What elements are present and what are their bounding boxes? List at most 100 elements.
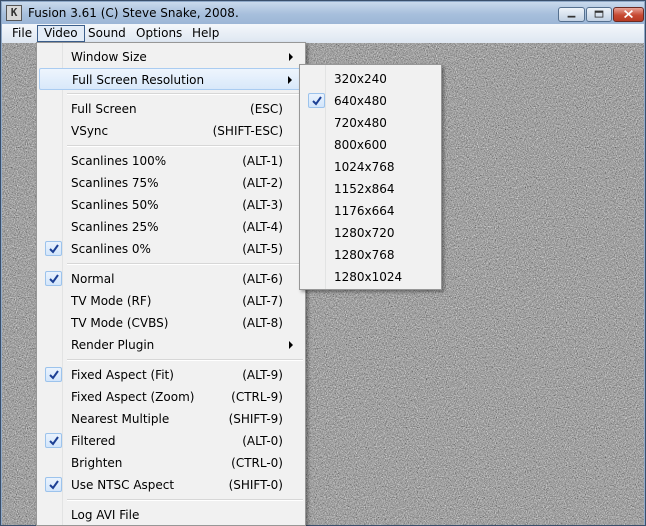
menu-item-shortcut: (SHIFT-ESC)	[212, 124, 283, 138]
resolution-item-1280x768[interactable]: 1280x768	[302, 244, 439, 266]
menu-separator	[67, 499, 303, 501]
minimize-icon	[567, 15, 576, 18]
resolution-item-800x600[interactable]: 800x600	[302, 134, 439, 156]
menu-item-shortcut: (ALT-9)	[242, 368, 283, 382]
menu-item-label: 800x600	[334, 138, 387, 152]
menu-item-render-plugin[interactable]: Render Plugin	[39, 334, 303, 356]
maximize-icon	[594, 10, 604, 18]
menu-item-scanlines-0[interactable]: Scanlines 0% (ALT-5)	[39, 238, 303, 260]
menu-item-label: Full Screen Resolution	[72, 73, 205, 87]
checkmark-icon	[45, 433, 62, 448]
checkmark-icon	[45, 241, 62, 256]
menu-item-shortcut: (ALT-1)	[242, 154, 283, 168]
full-screen-resolution-submenu: 320x240 640x480 720x480 800x600 1024x768 1152…	[299, 64, 442, 290]
menu-item-label: VSync	[71, 124, 109, 138]
submenu-arrow-icon	[288, 76, 292, 84]
resolution-item-1152x864[interactable]: 1152x864	[302, 178, 439, 200]
menu-item-full-screen-resolution[interactable]: Full Screen Resolution	[39, 68, 303, 90]
menu-options[interactable]: Options	[130, 25, 188, 42]
menu-item-label: Use NTSC Aspect	[71, 478, 175, 492]
menu-item-label: 720x480	[334, 116, 387, 130]
menu-item-shortcut: (ALT-7)	[242, 294, 283, 308]
menu-bar: File Video Sound Options Help	[2, 24, 644, 43]
menu-item-fixed-aspect-zoom[interactable]: Fixed Aspect (Zoom) (CTRL-9)	[39, 386, 303, 408]
resolution-item-640x480[interactable]: 640x480	[302, 90, 439, 112]
menu-sound[interactable]: Sound	[82, 25, 132, 42]
menu-item-label: Window Size	[71, 50, 147, 64]
menu-item-label: Scanlines 25%	[71, 220, 159, 234]
menu-item-label: Normal	[71, 272, 115, 286]
menu-item-brighten[interactable]: Brighten (CTRL-0)	[39, 452, 303, 474]
menu-item-fixed-aspect-fit[interactable]: Fixed Aspect (Fit) (ALT-9)	[39, 364, 303, 386]
menu-item-log-avi-file[interactable]: Log AVI File	[39, 504, 303, 526]
maximize-button[interactable]	[586, 7, 612, 22]
menu-item-shortcut: (ALT-4)	[242, 220, 283, 234]
menu-item-label: 1176x664	[334, 204, 395, 218]
menu-item-use-ntsc-aspect[interactable]: Use NTSC Aspect (SHIFT-0)	[39, 474, 303, 496]
menu-item-label: Filtered	[71, 434, 116, 448]
title-bar[interactable]: K Fusion 3.61 (C) Steve Snake, 2008.	[2, 2, 644, 24]
menu-item-window-size[interactable]: Window Size	[39, 46, 303, 68]
menu-separator	[67, 359, 303, 361]
menu-item-label: Scanlines 50%	[71, 198, 159, 212]
menu-item-normal[interactable]: Normal (ALT-6)	[39, 268, 303, 290]
menu-item-shortcut: (ALT-8)	[242, 316, 283, 330]
menu-item-scanlines-50[interactable]: Scanlines 50% (ALT-3)	[39, 194, 303, 216]
submenu-arrow-icon	[289, 53, 293, 61]
menu-item-label: Fixed Aspect (Zoom)	[71, 390, 195, 404]
menu-separator	[67, 93, 303, 95]
menu-item-shortcut: (SHIFT-0)	[228, 478, 283, 492]
menu-item-label: 1280x720	[334, 226, 395, 240]
menu-item-label: Fixed Aspect (Fit)	[71, 368, 174, 382]
menu-item-label: Brighten	[71, 456, 123, 470]
menu-item-scanlines-100[interactable]: Scanlines 100% (ALT-1)	[39, 150, 303, 172]
menu-item-label: Render Plugin	[71, 338, 155, 352]
close-icon	[624, 9, 633, 19]
menu-item-nearest-multiple[interactable]: Nearest Multiple (SHIFT-9)	[39, 408, 303, 430]
checkmark-icon	[45, 367, 62, 382]
menu-item-label: Scanlines 100%	[71, 154, 167, 168]
menu-item-label: 1152x864	[334, 182, 395, 196]
menu-video[interactable]: Video	[37, 25, 85, 42]
menu-item-scanlines-25[interactable]: Scanlines 25% (ALT-4)	[39, 216, 303, 238]
menu-item-tv-mode-rf[interactable]: TV Mode (RF) (ALT-7)	[39, 290, 303, 312]
app-icon[interactable]: K	[6, 5, 22, 21]
minimize-button[interactable]	[558, 7, 585, 22]
menu-separator	[67, 145, 303, 147]
menu-item-label: Scanlines 75%	[71, 176, 159, 190]
menu-item-label: TV Mode (RF)	[71, 294, 152, 308]
resolution-item-1280x1024[interactable]: 1280x1024	[302, 266, 439, 288]
video-menu: Window Size Full Screen Resolution Full Sc…	[36, 42, 306, 526]
menu-item-label: 1280x1024	[334, 270, 403, 284]
menu-item-label: 320x240	[334, 72, 387, 86]
menu-item-shortcut: (SHIFT-9)	[228, 412, 283, 426]
menu-item-label: Scanlines 0%	[71, 242, 151, 256]
menu-item-filtered[interactable]: Filtered (ALT-0)	[39, 430, 303, 452]
close-button[interactable]	[613, 7, 644, 22]
menu-item-shortcut: (CTRL-9)	[231, 390, 283, 404]
checkmark-icon	[308, 93, 325, 108]
resolution-item-720x480[interactable]: 720x480	[302, 112, 439, 134]
menu-item-tv-mode-cvbs[interactable]: TV Mode (CVBS) (ALT-8)	[39, 312, 303, 334]
menu-item-shortcut: (ALT-2)	[242, 176, 283, 190]
resolution-item-320x240[interactable]: 320x240	[302, 68, 439, 90]
submenu-arrow-icon	[289, 341, 293, 349]
window-title: Fusion 3.61 (C) Steve Snake, 2008.	[28, 6, 239, 20]
menu-item-shortcut: (ALT-6)	[242, 272, 283, 286]
resolution-item-1280x720[interactable]: 1280x720	[302, 222, 439, 244]
menu-item-label: Nearest Multiple	[71, 412, 170, 426]
resolution-item-1024x768[interactable]: 1024x768	[302, 156, 439, 178]
resolution-item-1176x664[interactable]: 1176x664	[302, 200, 439, 222]
menu-item-label: 1280x768	[334, 248, 395, 262]
menu-item-shortcut: (ALT-3)	[242, 198, 283, 212]
menu-help[interactable]: Help	[186, 25, 225, 42]
menu-separator	[67, 263, 303, 265]
menu-item-vsync[interactable]: VSync (SHIFT-ESC)	[39, 120, 303, 142]
menu-item-label: 640x480	[334, 94, 387, 108]
menu-item-scanlines-75[interactable]: Scanlines 75% (ALT-2)	[39, 172, 303, 194]
menu-item-shortcut: (CTRL-0)	[231, 456, 283, 470]
menu-file[interactable]: File	[6, 25, 38, 42]
menu-item-full-screen[interactable]: Full Screen (ESC)	[39, 98, 303, 120]
checkmark-icon	[45, 271, 62, 286]
menu-item-shortcut: (ALT-0)	[242, 434, 283, 448]
